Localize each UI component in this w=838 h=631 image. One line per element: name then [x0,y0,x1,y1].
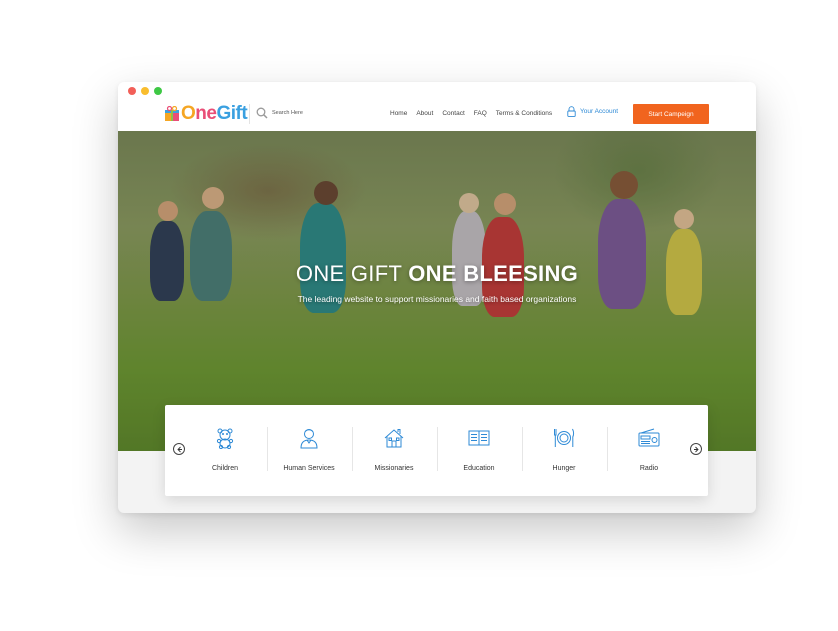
your-account-link[interactable]: Your Account [567,106,618,117]
main-nav: Home About Contact FAQ Terms & Condition… [390,110,561,117]
nav-home[interactable]: Home [390,110,407,117]
hero-subtitle: The leading website to support missionar… [297,294,577,304]
category-label: Radio [639,465,659,472]
lock-icon [567,106,576,117]
arrow-right-icon [693,446,699,452]
search-input[interactable]: Search Here [272,110,303,116]
nav-about[interactable]: About [416,110,433,117]
category-radio[interactable]: Radio [607,425,691,477]
category-carousel: Children Human Services Missionaries Edu… [165,405,708,496]
start-campaign-button[interactable]: Start Campeign [633,104,709,124]
search-box[interactable]: Search Here [256,107,303,119]
nav-terms[interactable]: Terms & Conditions [496,110,552,117]
teddy-bear-icon [216,428,234,449]
category-children[interactable]: Children [183,425,267,477]
nav-faq[interactable]: FAQ [474,110,487,117]
header-divider [249,104,250,124]
search-icon [256,107,268,119]
logo-text: OneGift [181,103,248,124]
radio-icon [638,428,660,447]
maximize-window-button[interactable] [154,87,162,95]
minimize-window-button[interactable] [141,87,149,95]
person-icon [300,429,318,449]
site-header: OneGift Search Here Home About Contact F… [118,96,756,131]
hero-overlay [118,131,756,451]
category-label: Education [463,465,495,472]
category-label: Human Services [283,465,335,472]
arrow-left-icon [176,446,182,452]
carousel-next-button[interactable] [690,443,702,455]
close-window-button[interactable] [128,87,136,95]
category-label: Children [211,465,239,472]
category-missionaries[interactable]: Missionaries [352,425,436,477]
browser-window: OneGift Search Here Home About Contact F… [118,82,756,513]
book-icon [468,430,490,446]
nav-contact[interactable]: Contact [442,110,464,117]
category-label: Hunger [552,465,576,472]
onegift-logo[interactable]: OneGift [164,102,248,126]
gift-box-icon [165,106,179,121]
category-hunger[interactable]: Hunger [522,425,606,477]
category-education[interactable]: Education [437,425,521,477]
account-label: Your Account [580,108,619,115]
plate-cutlery-icon [554,428,575,447]
house-icon [384,429,404,448]
hero-banner: ONE GIFT ONE BLEESING The leading websit… [118,131,756,451]
hero-title: ONE GIFT ONE BLEESING [295,261,579,286]
category-human-services[interactable]: Human Services [267,425,351,477]
category-label: Missionaries [374,465,414,472]
